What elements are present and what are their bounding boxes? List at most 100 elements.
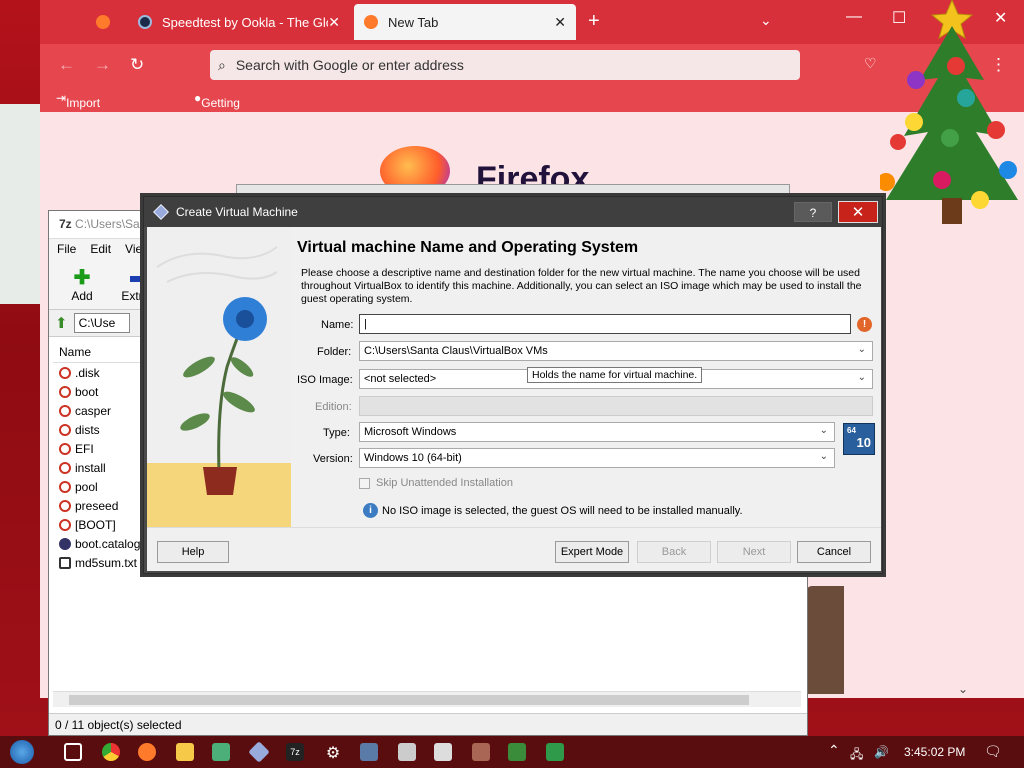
volume-icon[interactable]: 🔊 [874, 745, 889, 759]
list-item[interactable]: dists [53, 420, 143, 439]
clock[interactable]: 3:45:02 PM [904, 745, 965, 759]
folder-icon [59, 461, 71, 474]
desktop-area [0, 104, 40, 304]
add-button[interactable]: ✚ Add [59, 265, 105, 305]
list-item[interactable]: boot [53, 382, 143, 401]
list-item[interactable]: .disk [53, 363, 143, 382]
list-item[interactable]: preseed [53, 496, 143, 515]
file-explorer-icon[interactable] [176, 743, 194, 761]
folder-icon [59, 442, 71, 455]
chevron-down-icon: ⌄ [857, 372, 866, 383]
horizontal-scrollbar[interactable] [53, 691, 801, 707]
7zip-taskbar-icon[interactable]: 7z [286, 743, 304, 761]
chrome-icon[interactable] [102, 743, 120, 761]
wizard-illustration [147, 227, 291, 527]
list-item[interactable]: md5sum.txt [53, 553, 143, 572]
christmas-tree-decoration [880, 0, 1018, 224]
start-button[interactable] [10, 740, 34, 764]
cancel-button[interactable]: Cancel [797, 541, 871, 563]
expert-mode-button[interactable]: Expert Mode [555, 541, 629, 563]
new-tab-icon[interactable]: + [588, 10, 600, 33]
folder-icon [59, 385, 71, 398]
path-field[interactable]: C:\Use [73, 313, 130, 333]
create-vm-dialog: Create Virtual Machine ? ✕ Virtual machi… [143, 196, 883, 574]
download-icon[interactable] [546, 743, 564, 761]
download-icon[interactable] [508, 743, 526, 761]
tab-pinned[interactable] [86, 4, 126, 40]
bookmarks-bar: ⇥ Import bookmarks... ● Getting Started [40, 86, 1024, 124]
virtualbox-icon [153, 204, 169, 220]
pocket-icon[interactable]: ♡ [864, 55, 877, 72]
skip-unattended-label: Skip Unattended Installation [376, 477, 513, 489]
getting-started-link[interactable]: ● Getting Started [194, 91, 240, 124]
context-help-button[interactable]: ? [794, 202, 832, 222]
help-button[interactable]: Help [157, 541, 229, 563]
list-item[interactable]: [BOOT] [53, 515, 143, 534]
close-tab-icon[interactable]: ✕ [328, 14, 340, 31]
folder-icon [59, 404, 71, 417]
iso-label: ISO Image: [297, 374, 353, 386]
wizard-content: Virtual machine Name and Operating Syste… [297, 227, 877, 527]
folder-select[interactable]: C:\Users\Santa Claus\VirtualBox VMs ⌄ [359, 341, 873, 361]
tab-speedtest[interactable]: Speedtest by Ookla - The Global ✕ [128, 4, 350, 40]
taskbar: 7z ⚙ ⌃ 🖧 🔊 3:45:02 PM 🗨 [0, 736, 1024, 768]
search-icon: ⌕ [218, 56, 226, 73]
forward-icon[interactable]: → [94, 55, 111, 75]
type-select[interactable]: Microsoft Windows ⌄ [359, 422, 835, 442]
info-text: No ISO image is selected, the guest OS w… [382, 504, 743, 517]
app-icon[interactable] [212, 743, 230, 761]
folder-icon [59, 366, 71, 379]
list-item[interactable]: boot.catalog [53, 534, 143, 553]
chevron-down-icon: ⌄ [819, 451, 828, 462]
nav-bar: ← → ↻ ⌕ Search with Google or enter addr… [40, 44, 1024, 86]
back-icon[interactable]: ← [58, 55, 75, 75]
column-name[interactable]: Name [53, 341, 143, 363]
list-tabs-icon[interactable]: ⌄ [760, 12, 772, 29]
folder-icon [59, 518, 71, 531]
back-button[interactable]: Back [637, 541, 711, 563]
import-bookmarks-link[interactable]: ⇥ Import bookmarks... [56, 91, 135, 124]
menu-edit[interactable]: Edit [90, 242, 111, 258]
firefox-taskbar-icon[interactable] [138, 743, 156, 761]
speedtest-icon [138, 15, 152, 29]
next-button[interactable]: Next [717, 541, 791, 563]
app-icon[interactable] [472, 743, 490, 761]
notifications-icon[interactable]: 🗨 [984, 743, 1002, 760]
tab-bar: Speedtest by Ookla - The Global ✕ New Ta… [40, 0, 1024, 44]
address-bar[interactable]: ⌕ Search with Google or enter address [210, 50, 800, 80]
close-tab-icon[interactable]: ✕ [554, 14, 566, 31]
minimize-icon[interactable]: — [846, 8, 862, 26]
list-item[interactable]: pool [53, 477, 143, 496]
list-item[interactable]: casper [53, 401, 143, 420]
app-icon[interactable] [434, 743, 452, 761]
list-item[interactable]: EFI [53, 439, 143, 458]
tab-label: New Tab [388, 14, 439, 30]
status-bar: 0 / 11 object(s) selected [49, 713, 807, 735]
task-view-icon[interactable] [64, 743, 82, 761]
tab-new-tab[interactable]: New Tab ✕ [354, 4, 576, 40]
up-folder-icon[interactable]: ⬆ [55, 314, 68, 332]
close-dialog-button[interactable]: ✕ [838, 201, 878, 223]
show-hidden-icons-icon[interactable]: ⌃ [828, 742, 840, 759]
menu-file[interactable]: File [57, 242, 76, 258]
version-label: Version: [313, 453, 353, 465]
windows-10-os-icon: 64 10 [843, 423, 875, 455]
edition-label: Edition: [315, 401, 352, 413]
virtualbox-taskbar-icon[interactable] [248, 741, 270, 763]
folder-icon [59, 480, 71, 493]
app-icon[interactable] [398, 743, 416, 761]
settings-icon[interactable]: ⚙ [324, 743, 342, 762]
page-title: Virtual machine Name and Operating Syste… [297, 239, 639, 256]
version-select[interactable]: Windows 10 (64-bit) ⌄ [359, 448, 835, 468]
folder-row: Folder: C:\Users\Santa Claus\VirtualBox … [297, 341, 877, 363]
menu-view[interactable]: Vie [125, 242, 142, 258]
edition-row: Edition: [297, 396, 877, 418]
folder-icon [59, 499, 71, 512]
app-icon[interactable] [360, 743, 378, 761]
name-input[interactable]: | [359, 314, 851, 334]
scroll-down-icon[interactable]: ⌄ [958, 682, 968, 696]
list-item[interactable]: install [53, 458, 143, 477]
reload-icon[interactable]: ↻ [130, 55, 144, 75]
chevron-down-icon: ⌄ [857, 344, 866, 355]
network-icon[interactable]: 🖧 [850, 745, 863, 766]
